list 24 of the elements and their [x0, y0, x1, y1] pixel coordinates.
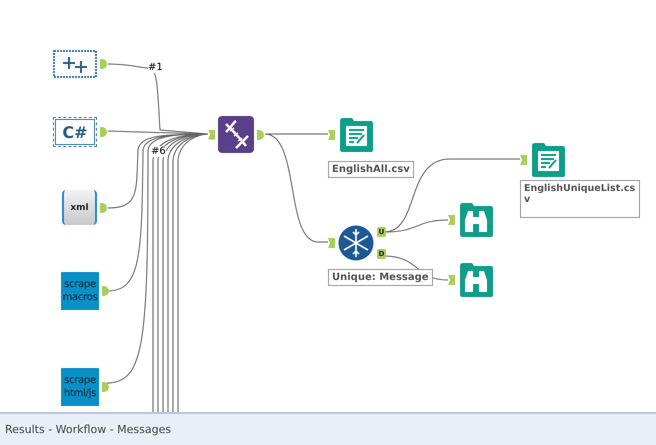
input-anchor[interactable] — [208, 130, 215, 140]
input-anchor[interactable] — [328, 130, 335, 140]
dna-icon[interactable] — [218, 116, 254, 153]
macro-tool[interactable]: scrape html/js — [61, 368, 99, 406]
crosses-icon[interactable] — [53, 50, 97, 78]
input-anchor[interactable] — [448, 215, 455, 225]
input-anchor[interactable] — [448, 275, 455, 285]
connection-label: #1 — [148, 62, 163, 73]
document-icon[interactable] — [530, 142, 566, 178]
tool-annotation: Unique: Message — [328, 269, 433, 286]
tool-annotation: EnglishAll.csv — [328, 161, 414, 178]
binoculars-icon[interactable] — [458, 262, 494, 298]
xml-tool[interactable]: xml — [62, 190, 97, 225]
csharp-tool[interactable]: C# — [53, 117, 97, 147]
snowflake-icon[interactable] — [338, 225, 374, 261]
connection-label: #6 — [151, 146, 166, 157]
binoculars-icon[interactable] — [458, 202, 494, 238]
macro-tool[interactable]: scrape macros — [61, 272, 99, 310]
input-anchor[interactable] — [520, 155, 527, 165]
document-icon[interactable] — [338, 117, 374, 153]
tool-annotation: EnglishUniqueList.csv — [520, 180, 640, 218]
results-title: Results - Workflow - Messages — [5, 423, 172, 436]
input-anchor[interactable] — [328, 238, 335, 248]
output-anchor[interactable] — [102, 382, 109, 392]
